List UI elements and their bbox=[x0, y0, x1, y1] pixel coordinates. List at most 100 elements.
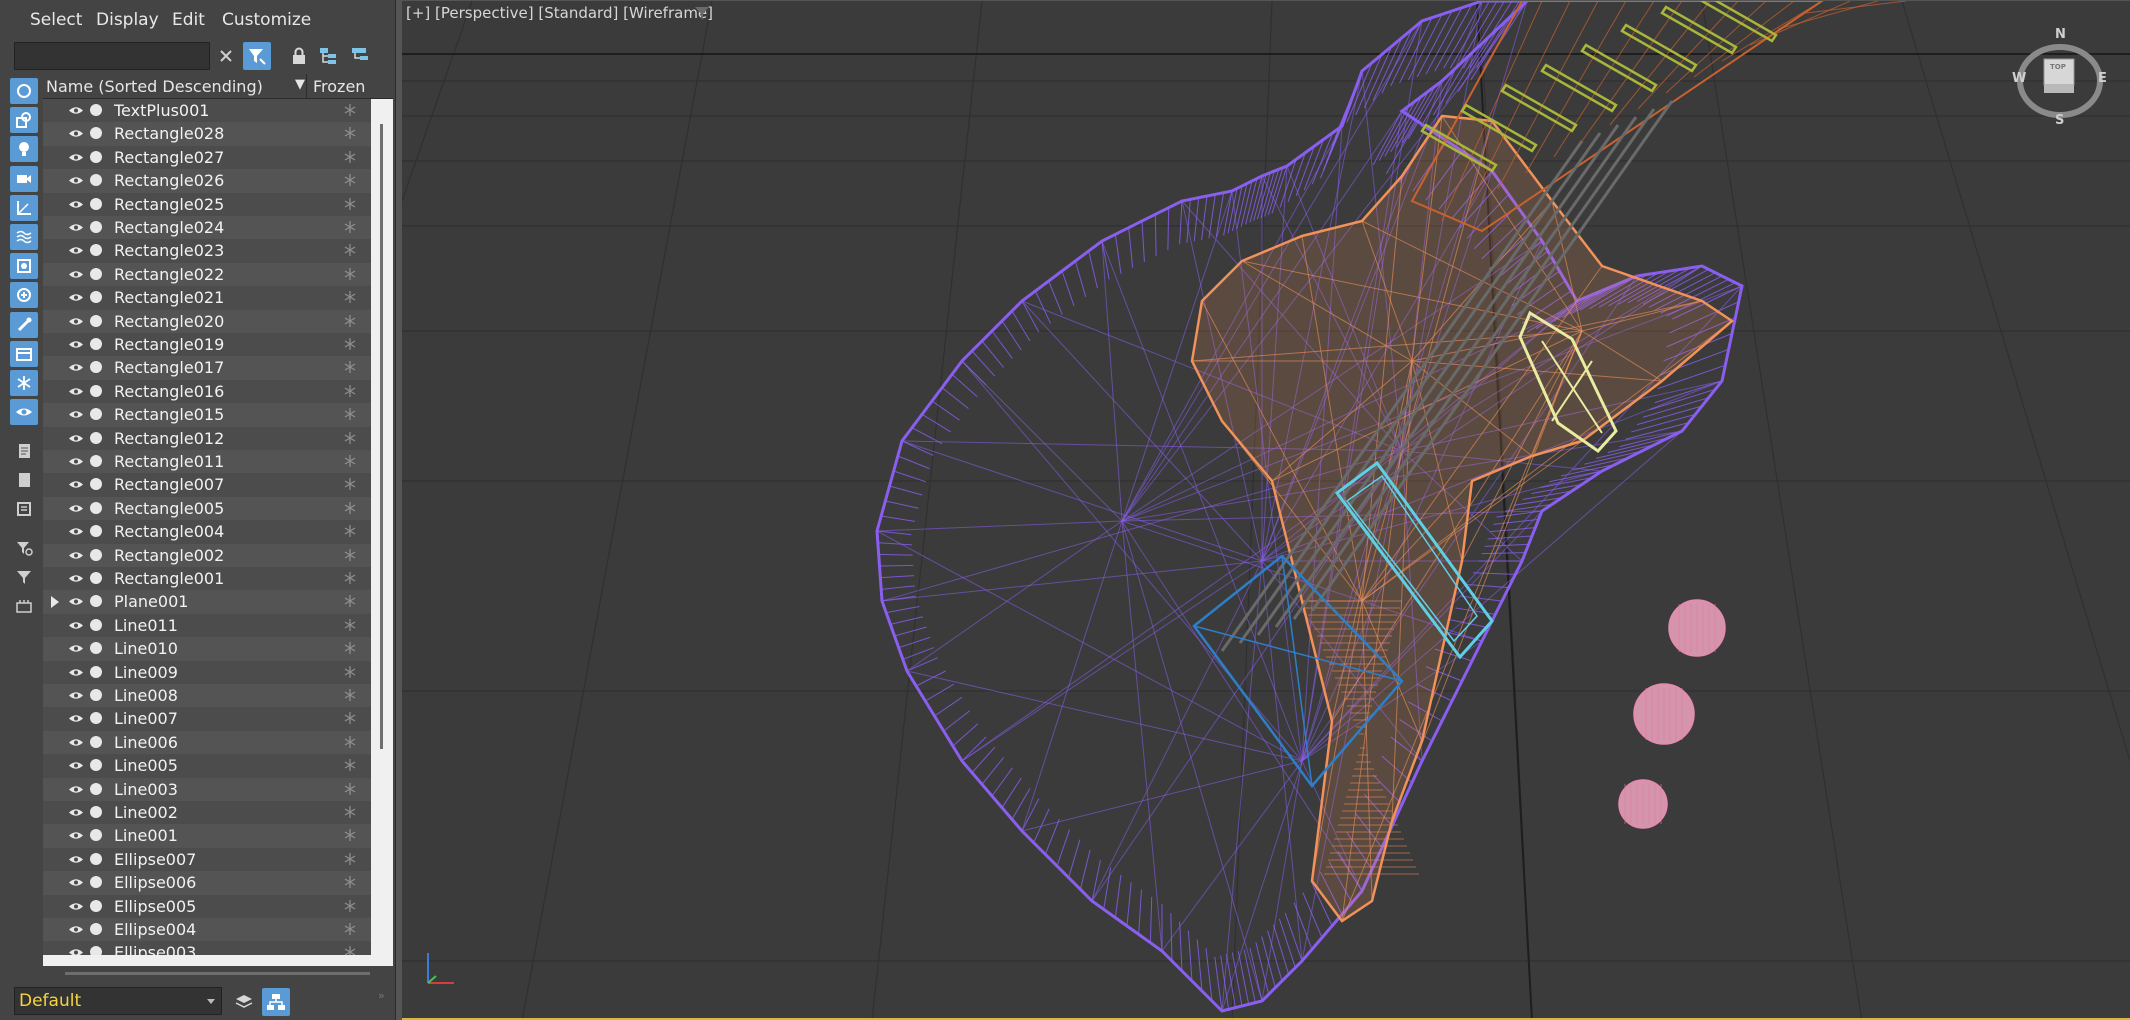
filter-helpers-button[interactable] bbox=[10, 195, 38, 221]
horizontal-scrollbar[interactable] bbox=[65, 972, 370, 975]
frozen-snowflake-icon[interactable] bbox=[343, 103, 357, 117]
renderable-toggle-icon[interactable] bbox=[90, 338, 102, 350]
renderable-toggle-icon[interactable] bbox=[90, 946, 102, 955]
renderable-toggle-icon[interactable] bbox=[90, 384, 102, 397]
filter-shapes-button[interactable] bbox=[10, 107, 38, 133]
visibility-eye-icon[interactable] bbox=[68, 573, 84, 584]
list-item[interactable]: Line010 bbox=[43, 637, 371, 661]
list-item[interactable]: Line009 bbox=[43, 660, 371, 684]
menu-customize[interactable]: Customize bbox=[222, 10, 311, 30]
list-item[interactable]: Rectangle019 bbox=[43, 333, 371, 357]
renderable-toggle-icon[interactable] bbox=[90, 923, 102, 935]
visibility-eye-icon[interactable] bbox=[68, 456, 84, 467]
list-item[interactable]: Rectangle016 bbox=[43, 379, 371, 404]
filter-cameras-button[interactable] bbox=[10, 166, 38, 192]
visibility-eye-icon[interactable] bbox=[68, 901, 84, 912]
search-input[interactable] bbox=[14, 42, 210, 70]
renderable-toggle-icon[interactable] bbox=[90, 197, 102, 210]
frozen-snowflake-icon[interactable] bbox=[343, 337, 357, 351]
renderable-toggle-icon[interactable] bbox=[90, 876, 102, 889]
frozen-snowflake-icon[interactable] bbox=[343, 290, 357, 304]
list-item[interactable]: Rectangle007 bbox=[43, 473, 371, 497]
list-item[interactable]: Rectangle001 bbox=[43, 567, 371, 591]
renderable-toggle-icon[interactable] bbox=[90, 572, 102, 584]
frozen-snowflake-icon[interactable] bbox=[343, 431, 357, 445]
frozen-snowflake-icon[interactable] bbox=[343, 641, 357, 655]
list-item[interactable]: Rectangle025 bbox=[43, 192, 371, 216]
selection-set-button[interactable] bbox=[10, 593, 38, 619]
filter-button[interactable] bbox=[10, 564, 38, 590]
visibility-eye-icon[interactable] bbox=[68, 830, 84, 841]
visibility-eye-icon[interactable] bbox=[68, 479, 84, 490]
frozen-snowflake-icon[interactable] bbox=[343, 501, 357, 515]
frozen-snowflake-icon[interactable] bbox=[343, 735, 357, 749]
list-item[interactable]: Rectangle028 bbox=[43, 122, 371, 146]
frozen-snowflake-icon[interactable] bbox=[343, 407, 357, 421]
renderable-toggle-icon[interactable] bbox=[90, 899, 102, 912]
column-header-name[interactable]: Name (Sorted Descending) bbox=[46, 77, 263, 96]
list-item[interactable]: Line002 bbox=[43, 801, 371, 825]
frozen-snowflake-icon[interactable] bbox=[343, 173, 357, 187]
vertical-scrollbar[interactable] bbox=[380, 124, 383, 749]
frozen-snowflake-icon[interactable] bbox=[343, 477, 357, 491]
visibility-eye-icon[interactable] bbox=[68, 620, 84, 631]
filter-settings-button[interactable] bbox=[10, 535, 38, 561]
list-item[interactable]: Line001 bbox=[43, 824, 371, 848]
layer-explorer-button[interactable] bbox=[230, 988, 258, 1016]
renderable-toggle-icon[interactable] bbox=[90, 501, 102, 514]
filter-lights-button[interactable] bbox=[10, 136, 38, 162]
filter-toggle-button[interactable] bbox=[243, 42, 271, 70]
list-item[interactable]: Rectangle004 bbox=[43, 520, 371, 544]
visibility-eye-icon[interactable] bbox=[68, 550, 84, 561]
frozen-snowflake-icon[interactable] bbox=[343, 688, 357, 702]
visibility-eye-icon[interactable] bbox=[68, 339, 84, 350]
visibility-eye-icon[interactable] bbox=[68, 292, 84, 303]
renderable-toggle-icon[interactable] bbox=[90, 525, 102, 538]
renderable-toggle-icon[interactable] bbox=[90, 759, 102, 772]
renderable-toggle-icon[interactable] bbox=[90, 782, 102, 795]
renderable-toggle-icon[interactable] bbox=[90, 618, 102, 631]
list-item[interactable]: Rectangle020 bbox=[43, 309, 371, 333]
renderable-toggle-icon[interactable] bbox=[90, 127, 102, 140]
visibility-eye-icon[interactable] bbox=[68, 643, 84, 654]
list-item[interactable]: Rectangle015 bbox=[43, 403, 371, 427]
list-item[interactable]: Line011 bbox=[43, 613, 371, 638]
list-item[interactable]: Rectangle026 bbox=[43, 169, 371, 193]
visibility-eye-icon[interactable] bbox=[68, 667, 84, 678]
layer-dropdown[interactable]: Default bbox=[14, 987, 222, 1015]
visibility-eye-icon[interactable] bbox=[68, 222, 84, 233]
expand-arrows-icon[interactable]: » bbox=[378, 989, 385, 1002]
list-item[interactable]: Rectangle023 bbox=[43, 239, 371, 263]
renderable-toggle-icon[interactable] bbox=[90, 104, 102, 116]
renderable-toggle-icon[interactable] bbox=[90, 408, 102, 421]
renderable-toggle-icon[interactable] bbox=[90, 852, 102, 865]
renderable-toggle-icon[interactable] bbox=[90, 267, 102, 280]
renderable-toggle-icon[interactable] bbox=[90, 361, 102, 374]
visibility-eye-icon[interactable] bbox=[68, 807, 84, 818]
frozen-snowflake-icon[interactable] bbox=[343, 126, 357, 140]
list-item[interactable]: Ellipse006 bbox=[43, 871, 371, 895]
frozen-snowflake-icon[interactable] bbox=[343, 548, 357, 562]
viewcube[interactable]: N S W E TOP bbox=[2010, 27, 2110, 129]
hierarchy-mode-button[interactable] bbox=[262, 988, 290, 1016]
renderable-toggle-icon[interactable] bbox=[90, 150, 102, 163]
renderable-toggle-icon[interactable] bbox=[90, 174, 102, 187]
list-item[interactable]: Rectangle011 bbox=[43, 450, 371, 474]
frozen-snowflake-icon[interactable] bbox=[343, 665, 357, 679]
renderable-toggle-icon[interactable] bbox=[90, 431, 102, 444]
visibility-eye-icon[interactable] bbox=[68, 362, 84, 373]
frozen-snowflake-icon[interactable] bbox=[343, 852, 357, 866]
visibility-eye-icon[interactable] bbox=[68, 175, 84, 186]
frozen-snowflake-icon[interactable] bbox=[343, 571, 357, 585]
lock-button[interactable] bbox=[285, 42, 313, 70]
list-item[interactable]: Rectangle021 bbox=[43, 286, 371, 310]
visibility-eye-icon[interactable] bbox=[68, 316, 84, 327]
viewport-filter-icon[interactable] bbox=[694, 5, 710, 21]
frozen-snowflake-icon[interactable] bbox=[343, 220, 357, 234]
frozen-snowflake-icon[interactable] bbox=[343, 594, 357, 608]
visibility-eye-icon[interactable] bbox=[68, 924, 84, 935]
visibility-eye-icon[interactable] bbox=[68, 526, 84, 537]
list-item[interactable]: Line005 bbox=[43, 754, 371, 778]
frozen-snowflake-icon[interactable] bbox=[343, 618, 357, 632]
frozen-snowflake-icon[interactable] bbox=[343, 524, 357, 538]
